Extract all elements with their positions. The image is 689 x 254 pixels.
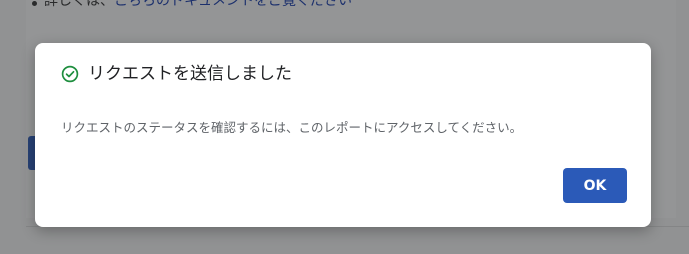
dialog-header: リクエストを送信しました xyxy=(61,63,292,85)
ok-button[interactable]: OK xyxy=(563,168,627,203)
dialog-title: リクエストを送信しました xyxy=(88,64,292,84)
dialog-message: リクエストのステータスを確認するには、このレポートにアクセスしてください。 xyxy=(61,120,523,135)
check-circle-icon xyxy=(61,65,79,83)
request-sent-dialog: リクエストを送信しました リクエストのステータスを確認するには、このレポートにア… xyxy=(35,43,651,227)
